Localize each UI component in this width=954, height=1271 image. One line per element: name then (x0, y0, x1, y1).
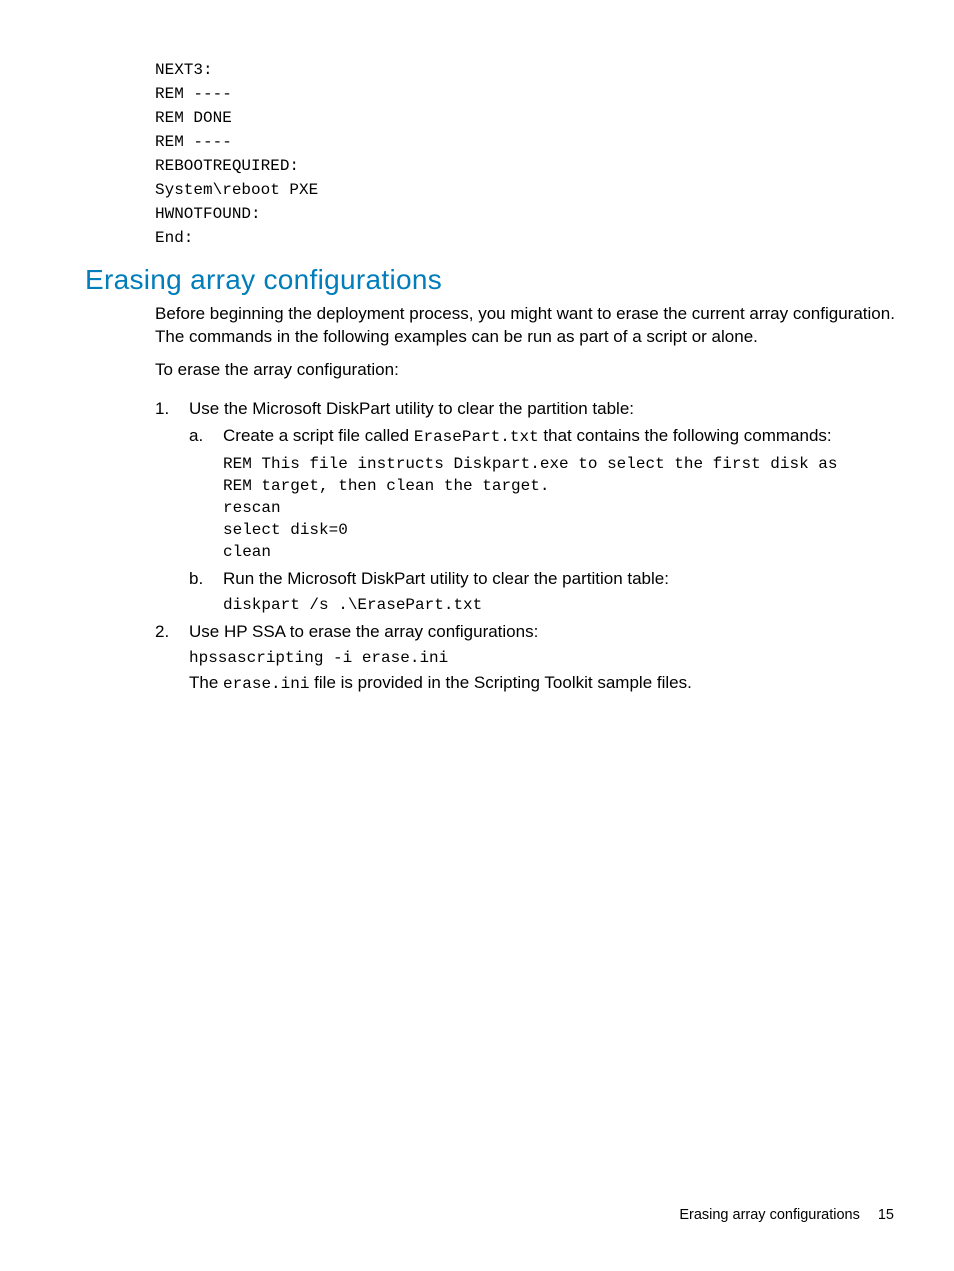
step-1a-codeblock: REM This file instructs Diskpart.exe to … (223, 453, 914, 563)
step-1b-marker: b. (189, 567, 203, 590)
step-1a-suffix: that contains the following commands: (539, 426, 832, 445)
page-footer: Erasing array configurations 15 (679, 1207, 894, 1223)
step-1: Use the Microsoft DiskPart utility to cl… (155, 397, 914, 616)
step-2: Use HP SSA to erase the array configurat… (155, 620, 914, 696)
section-heading: Erasing array configurations (85, 264, 914, 296)
steps-list: Use the Microsoft DiskPart utility to cl… (155, 397, 914, 696)
step-1-text: Use the Microsoft DiskPart utility to cl… (189, 399, 634, 418)
step-1-sublist: a. Create a script file called ErasePart… (189, 424, 914, 616)
step-2-tail-post: file is provided in the Scripting Toolki… (309, 673, 691, 692)
step-1b-text: Run the Microsoft DiskPart utility to cl… (223, 569, 669, 588)
code-block-pre: NEXT3: REM ---- REM DONE REM ---- REBOOT… (155, 58, 914, 250)
footer-page-number: 15 (878, 1207, 894, 1223)
step-1b-codeblock: diskpart /s .\ErasePart.txt (223, 594, 914, 616)
step-2-tail-code: erase.ini (223, 675, 309, 693)
step-2-codeblock: hpssascripting -i erase.ini (189, 647, 914, 669)
page-content: NEXT3: REM ---- REM DONE REM ---- REBOOT… (0, 0, 954, 696)
step-1a-filename: ErasePart.txt (414, 428, 539, 446)
step-1b: b. Run the Microsoft DiskPart utility to… (189, 567, 914, 616)
step-2-tail-pre: The (189, 673, 223, 692)
step-1a-prefix: Create a script file called (223, 426, 414, 445)
step-2-tail: The erase.ini file is provided in the Sc… (189, 671, 914, 696)
lead-paragraph: To erase the array configuration: (155, 358, 914, 381)
intro-paragraph: Before beginning the deployment process,… (155, 302, 914, 348)
step-2-text: Use HP SSA to erase the array configurat… (189, 622, 538, 641)
step-1a-marker: a. (189, 424, 203, 447)
footer-label: Erasing array configurations (679, 1207, 860, 1223)
step-1a: a. Create a script file called ErasePart… (189, 424, 914, 563)
